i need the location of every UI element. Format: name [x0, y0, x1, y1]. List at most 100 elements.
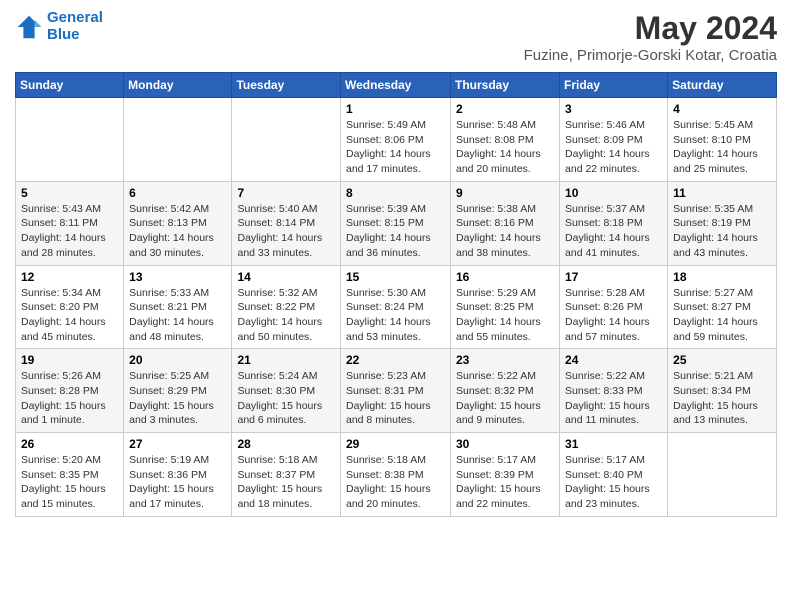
calendar-cell: [124, 98, 232, 182]
day-number: 23: [456, 353, 554, 367]
day-number: 5: [21, 186, 118, 200]
day-number: 13: [129, 270, 226, 284]
calendar-cell: 10Sunrise: 5:37 AMSunset: 8:18 PMDayligh…: [560, 181, 668, 265]
day-number: 14: [237, 270, 335, 284]
calendar-cell: 22 Sunrise: 5:23 AMSunset: 8:31 PMDayligh…: [341, 349, 451, 433]
calendar-cell: 23 Sunrise: 5:22 AMSunset: 8:32 PMDayligh…: [451, 349, 560, 433]
day-info: Sunrise: 5:19 AMSunset: 8:36 PMDaylight:…: [129, 453, 226, 512]
month-year: May 2024: [524, 10, 777, 47]
day-info: Sunrise: 5:23 AMSunset: 8:31 PMDaylight:…: [346, 369, 445, 428]
day-info: Sunrise: 5:49 AMSunset: 8:06 PMDaylight:…: [346, 118, 445, 177]
calendar-cell: [668, 433, 777, 517]
weekday-header-monday: Monday: [124, 73, 232, 98]
day-number: 19: [21, 353, 118, 367]
day-number: 3: [565, 102, 662, 116]
day-info: Sunrise: 5:24 AMSunset: 8:30 PMDaylight:…: [237, 369, 335, 428]
calendar-cell: 4 Sunrise: 5:45 AMSunset: 8:10 PMDaylight…: [668, 98, 777, 182]
day-number: 4: [673, 102, 771, 116]
day-info: Sunrise: 5:22 AMSunset: 8:32 PMDaylight:…: [456, 369, 554, 428]
day-number: 6: [129, 186, 226, 200]
day-info: Sunrise: 5:48 AMSunset: 8:08 PMDaylight:…: [456, 118, 554, 177]
calendar-week-row: 26 Sunrise: 5:20 AMSunset: 8:35 PMDayligh…: [16, 433, 777, 517]
calendar-cell: 6 Sunrise: 5:42 AMSunset: 8:13 PMDaylight…: [124, 181, 232, 265]
weekday-header-sunday: Sunday: [16, 73, 124, 98]
weekday-header-thursday: Thursday: [451, 73, 560, 98]
day-number: 12: [21, 270, 118, 284]
day-number: 27: [129, 437, 226, 451]
day-info: Sunrise: 5:43 AMSunset: 8:11 PMDaylight:…: [21, 202, 118, 261]
weekday-header-wednesday: Wednesday: [341, 73, 451, 98]
day-number: 30: [456, 437, 554, 451]
calendar-cell: 29 Sunrise: 5:18 AMSunset: 8:38 PMDayligh…: [341, 433, 451, 517]
calendar-cell: 5 Sunrise: 5:43 AMSunset: 8:11 PMDaylight…: [16, 181, 124, 265]
calendar-cell: 3Sunrise: 5:46 AMSunset: 8:09 PMDaylight…: [560, 98, 668, 182]
day-number: 25: [673, 353, 771, 367]
day-number: 1: [346, 102, 445, 116]
day-info: Sunrise: 5:45 AMSunset: 8:10 PMDaylight:…: [673, 118, 771, 177]
day-info: Sunrise: 5:17 AMSunset: 8:39 PMDaylight:…: [456, 453, 554, 512]
day-info: Sunrise: 5:42 AMSunset: 8:13 PMDaylight:…: [129, 202, 226, 261]
calendar-cell: 16 Sunrise: 5:29 AMSunset: 8:25 PMDayligh…: [451, 265, 560, 349]
calendar-cell: 30 Sunrise: 5:17 AMSunset: 8:39 PMDayligh…: [451, 433, 560, 517]
day-number: 15: [346, 270, 445, 284]
day-info: Sunrise: 5:18 AMSunset: 8:37 PMDaylight:…: [237, 453, 335, 512]
calendar-cell: 21Sunrise: 5:24 AMSunset: 8:30 PMDayligh…: [232, 349, 341, 433]
day-number: 18: [673, 270, 771, 284]
calendar-cell: 9 Sunrise: 5:38 AMSunset: 8:16 PMDaylight…: [451, 181, 560, 265]
calendar-cell: 31 Sunrise: 5:17 AMSunset: 8:40 PMDayligh…: [560, 433, 668, 517]
logo: General Blue: [15, 10, 103, 43]
day-number: 16: [456, 270, 554, 284]
day-info: Sunrise: 5:27 AMSunset: 8:27 PMDaylight:…: [673, 286, 771, 345]
calendar-table: SundayMondayTuesdayWednesdayThursdayFrid…: [15, 72, 777, 517]
calendar-cell: [232, 98, 341, 182]
day-info: Sunrise: 5:25 AMSunset: 8:29 PMDaylight:…: [129, 369, 226, 428]
logo-text: General Blue: [47, 10, 103, 43]
day-number: 2: [456, 102, 554, 116]
calendar-cell: 24 Sunrise: 5:22 AMSunset: 8:33 PMDayligh…: [560, 349, 668, 433]
day-number: 17: [565, 270, 662, 284]
day-info: Sunrise: 5:17 AMSunset: 8:40 PMDaylight:…: [565, 453, 662, 512]
calendar-cell: 7 Sunrise: 5:40 AMSunset: 8:14 PMDaylight…: [232, 181, 341, 265]
calendar-cell: 2 Sunrise: 5:48 AMSunset: 8:08 PMDaylight…: [451, 98, 560, 182]
day-info: Sunrise: 5:18 AMSunset: 8:38 PMDaylight:…: [346, 453, 445, 512]
day-info: Sunrise: 5:38 AMSunset: 8:16 PMDaylight:…: [456, 202, 554, 261]
day-info: Sunrise: 5:30 AMSunset: 8:24 PMDaylight:…: [346, 286, 445, 345]
day-number: 22: [346, 353, 445, 367]
calendar-week-row: 12 Sunrise: 5:34 AMSunset: 8:20 PMDayligh…: [16, 265, 777, 349]
day-number: 31: [565, 437, 662, 451]
page: General Blue May 2024 Fuzine, Primorje-G…: [0, 0, 792, 612]
calendar-cell: 25 Sunrise: 5:21 AMSunset: 8:34 PMDayligh…: [668, 349, 777, 433]
day-info: Sunrise: 5:34 AMSunset: 8:20 PMDaylight:…: [21, 286, 118, 345]
calendar-week-row: 19 Sunrise: 5:26 AMSunset: 8:28 PMDayligh…: [16, 349, 777, 433]
day-number: 26: [21, 437, 118, 451]
day-info: Sunrise: 5:40 AMSunset: 8:14 PMDaylight:…: [237, 202, 335, 261]
day-info: Sunrise: 5:26 AMSunset: 8:28 PMDaylight:…: [21, 369, 118, 428]
calendar-cell: 17Sunrise: 5:28 AMSunset: 8:26 PMDayligh…: [560, 265, 668, 349]
day-number: 29: [346, 437, 445, 451]
calendar-header-row: SundayMondayTuesdayWednesdayThursdayFrid…: [16, 73, 777, 98]
day-number: 8: [346, 186, 445, 200]
calendar-cell: [16, 98, 124, 182]
day-info: Sunrise: 5:39 AMSunset: 8:15 PMDaylight:…: [346, 202, 445, 261]
calendar-cell: 26 Sunrise: 5:20 AMSunset: 8:35 PMDayligh…: [16, 433, 124, 517]
calendar-cell: 8 Sunrise: 5:39 AMSunset: 8:15 PMDaylight…: [341, 181, 451, 265]
day-info: Sunrise: 5:29 AMSunset: 8:25 PMDaylight:…: [456, 286, 554, 345]
logo-icon: [15, 13, 43, 41]
location: Fuzine, Primorje-Gorski Kotar, Croatia: [524, 47, 777, 64]
day-info: Sunrise: 5:22 AMSunset: 8:33 PMDaylight:…: [565, 369, 662, 428]
calendar-cell: 20Sunrise: 5:25 AMSunset: 8:29 PMDayligh…: [124, 349, 232, 433]
weekday-header-tuesday: Tuesday: [232, 73, 341, 98]
day-info: Sunrise: 5:20 AMSunset: 8:35 PMDaylight:…: [21, 453, 118, 512]
calendar-cell: 13Sunrise: 5:33 AMSunset: 8:21 PMDayligh…: [124, 265, 232, 349]
calendar-cell: 14Sunrise: 5:32 AMSunset: 8:22 PMDayligh…: [232, 265, 341, 349]
calendar-cell: 28Sunrise: 5:18 AMSunset: 8:37 PMDayligh…: [232, 433, 341, 517]
calendar-cell: 1 Sunrise: 5:49 AMSunset: 8:06 PMDaylight…: [341, 98, 451, 182]
day-info: Sunrise: 5:21 AMSunset: 8:34 PMDaylight:…: [673, 369, 771, 428]
calendar-cell: 12 Sunrise: 5:34 AMSunset: 8:20 PMDayligh…: [16, 265, 124, 349]
day-number: 24: [565, 353, 662, 367]
calendar-cell: 15 Sunrise: 5:30 AMSunset: 8:24 PMDayligh…: [341, 265, 451, 349]
weekday-header-friday: Friday: [560, 73, 668, 98]
day-number: 9: [456, 186, 554, 200]
day-number: 7: [237, 186, 335, 200]
calendar-cell: 19 Sunrise: 5:26 AMSunset: 8:28 PMDayligh…: [16, 349, 124, 433]
